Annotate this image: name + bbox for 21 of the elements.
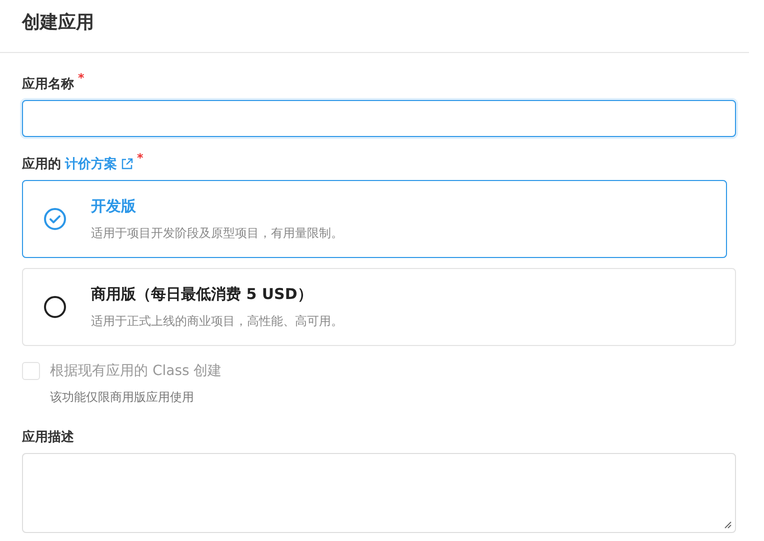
pricing-link[interactable]: 计价方案 [65, 155, 133, 173]
radio-checked-icon[interactable] [43, 207, 67, 231]
hint-text: 该功能仅限商用版应用使用 [50, 389, 195, 406]
plan-description: 适用于正式上线的商业项目，高性能、高可用。 [91, 312, 343, 330]
description-field[interactable] [22, 453, 736, 533]
input-field[interactable] [22, 100, 736, 137]
field-label: 应用名称 [22, 76, 74, 93]
plan-option[interactable]: 商用版（每日最低消费 5 USD） 适用于正式上线的商业项目，高性能、高可用。 [22, 268, 736, 346]
plan-option[interactable]: 开发版 适用于项目开发阶段及原型项目，有用量限制。 [22, 180, 727, 258]
plan-name: 商用版（每日最低消费 5 USD） [91, 284, 314, 304]
field-label: 应用的 [22, 156, 61, 173]
resize-handle-icon[interactable] [724, 521, 732, 529]
radio-button[interactable] [43, 295, 67, 319]
required-mark: * [78, 72, 84, 84]
plan-description: 适用于项目开发阶段及原型项目，有用量限制。 [91, 224, 343, 242]
page-title: 创建应用 [22, 11, 95, 34]
checkbox-label: 根据现有应用的 Class 创建 [50, 362, 222, 380]
required-mark: * [137, 152, 144, 164]
plan-name: 开发版 [91, 196, 137, 216]
field-label: 应用描述 [22, 428, 74, 446]
external-link-icon [121, 158, 133, 170]
